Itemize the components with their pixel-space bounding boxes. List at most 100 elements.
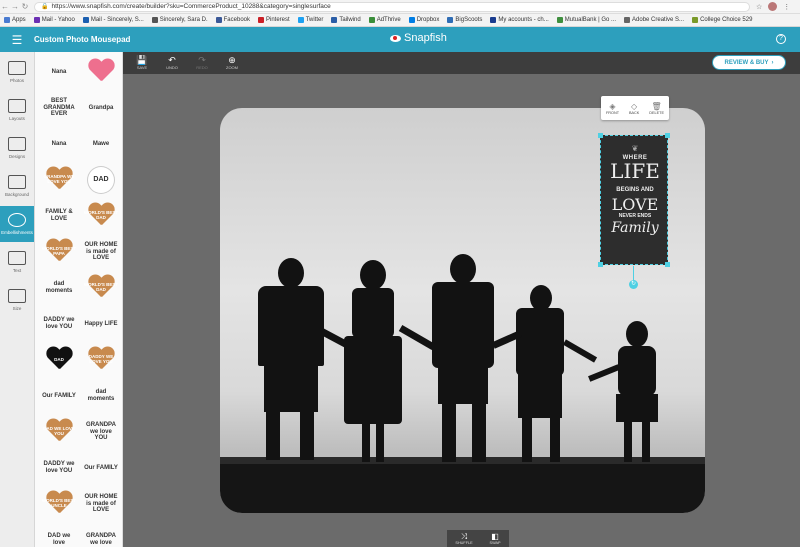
rail-item-label: Size <box>12 306 22 311</box>
heart-icon <box>88 59 114 83</box>
bookmark-item[interactable]: College Choice 529 <box>692 17 752 23</box>
embellishment-tile[interactable]: Mawe <box>83 128 119 160</box>
bookmark-item[interactable]: Pinterest <box>258 17 290 23</box>
embellishment-tile[interactable]: WORLD'S BEST DAD <box>83 272 119 304</box>
resize-handle-top-left[interactable] <box>598 133 603 138</box>
bookmark-item[interactable]: Sincerely, Sara D. <box>151 17 208 23</box>
bookmark-label: Tailwind <box>339 17 361 23</box>
hamburger-menu-icon[interactable]: ☰ <box>0 33 34 47</box>
embellishment-tile[interactable]: GRANDPA we love <box>83 524 119 547</box>
bookmark-item[interactable]: Facebook <box>215 17 250 23</box>
avatar[interactable] <box>768 2 778 11</box>
bookmark-item[interactable]: BigScoots <box>447 17 482 23</box>
zoom-icon: ⊕ <box>228 55 236 65</box>
bookmark-item[interactable]: Twitter <box>297 17 324 23</box>
bring-to-front-button[interactable]: ◈ FRONT <box>606 102 619 115</box>
rail-item-label: Text <box>12 268 22 273</box>
page-title: Custom Photo Mousepad <box>34 35 131 44</box>
bookmark-item[interactable]: MutualBank | Go ... <box>556 17 617 23</box>
text-icon <box>8 251 26 265</box>
embellishment-tile[interactable]: DADDY we love YOU <box>41 308 77 340</box>
rail-item-photos[interactable]: Photos <box>0 54 34 90</box>
redo-label: REDO <box>196 65 208 70</box>
bookmark-item[interactable]: Mail - Yahoo <box>33 17 75 23</box>
rail-item-designs[interactable]: Designs <box>0 130 34 166</box>
embellishment-tile[interactable]: WORLD'S BEST UNCLE <box>41 488 77 520</box>
embellishment-tile[interactable]: DAD WE LOVE YOU <box>41 416 77 448</box>
send-to-back-button[interactable]: ◇ BACK <box>629 102 639 115</box>
embellishment-tile[interactable]: GRANDPA WE LOVE YOU <box>41 164 77 196</box>
resize-handle-bottom-left[interactable] <box>598 262 603 267</box>
save-button[interactable]: 💾 SAVE <box>131 55 153 71</box>
undo-button[interactable]: ↶ UNDO <box>161 56 183 71</box>
star-icon[interactable]: ☆ <box>756 3 762 11</box>
reload-icon[interactable]: ↻ <box>20 2 30 11</box>
redo-button[interactable]: ↷ REDO <box>191 56 213 71</box>
embellishment-tile[interactable] <box>83 56 119 88</box>
bookmark-favicon-icon <box>368 17 375 23</box>
bookmark-label: Twitter <box>305 17 324 23</box>
embellishment-tile[interactable]: Nana <box>41 56 77 88</box>
embellishment-tile[interactable]: DAD <box>41 344 77 376</box>
embellishment-tile[interactable]: dad moments <box>83 380 119 412</box>
rail-item-size[interactable]: Size <box>0 282 34 318</box>
back-icon[interactable]: ← <box>0 2 10 11</box>
bookmark-item[interactable]: Dropbox <box>408 17 440 23</box>
embellishment-tile[interactable]: DADDY we love YOU <box>41 452 77 484</box>
more-menu-icon[interactable]: ⋮ <box>783 3 790 11</box>
rail-item-embellishments[interactable]: Embellishments <box>0 206 34 242</box>
embellishment-tile[interactable]: Happy LIFE <box>83 308 119 340</box>
embellishment-tile[interactable]: Our FAMILY <box>41 380 77 412</box>
embellishment-tile[interactable]: dad moments <box>41 272 77 304</box>
embellishment-text: Our FAMILY <box>84 464 118 471</box>
bookmark-favicon-icon <box>151 17 158 23</box>
review-label: REVIEW & BUY <box>724 59 769 66</box>
embellishment-tile[interactable]: WORLD'S BEST PAPA <box>41 236 77 268</box>
bookmark-item[interactable]: Adobe Creative S... <box>624 17 684 23</box>
embellishment-tile[interactable]: Grandpa <box>83 92 119 124</box>
quote-line-3: BEGINS AND <box>616 187 654 193</box>
embellishment-tile[interactable]: GRANDPA we love YOU <box>83 416 119 448</box>
bookmark-item[interactable]: AdThrive <box>368 17 401 23</box>
forward-icon[interactable]: → <box>10 2 20 11</box>
embellishment-text: Our FAMILY <box>42 392 76 399</box>
embellishment-tile[interactable]: DADDY WE LOVE YOU <box>83 344 119 376</box>
embellishment-tile[interactable]: Nana <box>41 128 77 160</box>
bookmark-item[interactable]: Apps <box>4 17 26 23</box>
bookmark-label: Dropbox <box>416 17 440 23</box>
resize-handle-top-right[interactable] <box>665 133 670 138</box>
rail-item-text[interactable]: Text <box>0 244 34 280</box>
embellishment-tile[interactable]: OUR HOME is made of LOVE <box>83 488 119 520</box>
embellishment-tile[interactable]: FAMILY & LOVE <box>41 200 77 232</box>
embellishment-tile[interactable]: DAD we love <box>41 524 77 547</box>
zoom-button[interactable]: ⊕ ZOOM <box>221 55 243 71</box>
swap-layout-button[interactable]: ◧ SWAP <box>490 532 501 545</box>
embellishment-tile[interactable]: OUR HOME is made of LOVE <box>83 236 119 268</box>
address-bar[interactable]: 🔒 https://www.snapfish.com/create/builde… <box>34 1 750 12</box>
save-icon: 💾 <box>136 55 148 65</box>
review-and-buy-button[interactable]: REVIEW & BUY › <box>712 55 786 70</box>
delete-button[interactable]: 🗑 DELETE <box>649 102 664 115</box>
rail-item-layouts[interactable]: Layouts <box>0 92 34 128</box>
rotate-handle-line <box>633 266 634 280</box>
embellishment-text: Nana <box>51 140 67 147</box>
embellishment-tile[interactable]: BEST GRANDMA EVER <box>41 92 77 124</box>
embellishment-tile[interactable]: Our FAMILY <box>83 452 119 484</box>
rail-item-background[interactable]: Background <box>0 168 34 204</box>
rail-item-label: Designs <box>8 154 26 159</box>
bookmark-label: MutualBank | Go ... <box>564 17 617 23</box>
bookmark-item[interactable]: Mail - Sincerely, S... <box>82 17 144 23</box>
embellishment-tile[interactable]: DAD <box>83 164 119 196</box>
resize-handle-bottom-right[interactable] <box>665 262 670 267</box>
bookmark-favicon-icon <box>4 17 10 23</box>
embellishment-text: DADDY WE LOVE YOU <box>88 354 114 364</box>
rotate-handle-icon[interactable]: ↻ <box>629 280 638 289</box>
bookmark-label: Pinterest <box>266 17 290 23</box>
selected-embellishment[interactable]: ❦ WHERE LIFE BEGINS AND LOVE NEVER ENDS … <box>598 133 670 267</box>
bookmark-item[interactable]: Tailwind <box>331 17 361 23</box>
shuffle-button[interactable]: ⤨ SHUFFLE <box>455 532 472 545</box>
bookmark-item[interactable]: My accounts - ch... <box>490 17 549 23</box>
brand-logo[interactable]: Snapfish <box>390 32 447 44</box>
embellishment-tile[interactable]: WORLD'S BEST DAD <box>83 200 119 232</box>
help-icon[interactable]: ? <box>776 34 786 44</box>
